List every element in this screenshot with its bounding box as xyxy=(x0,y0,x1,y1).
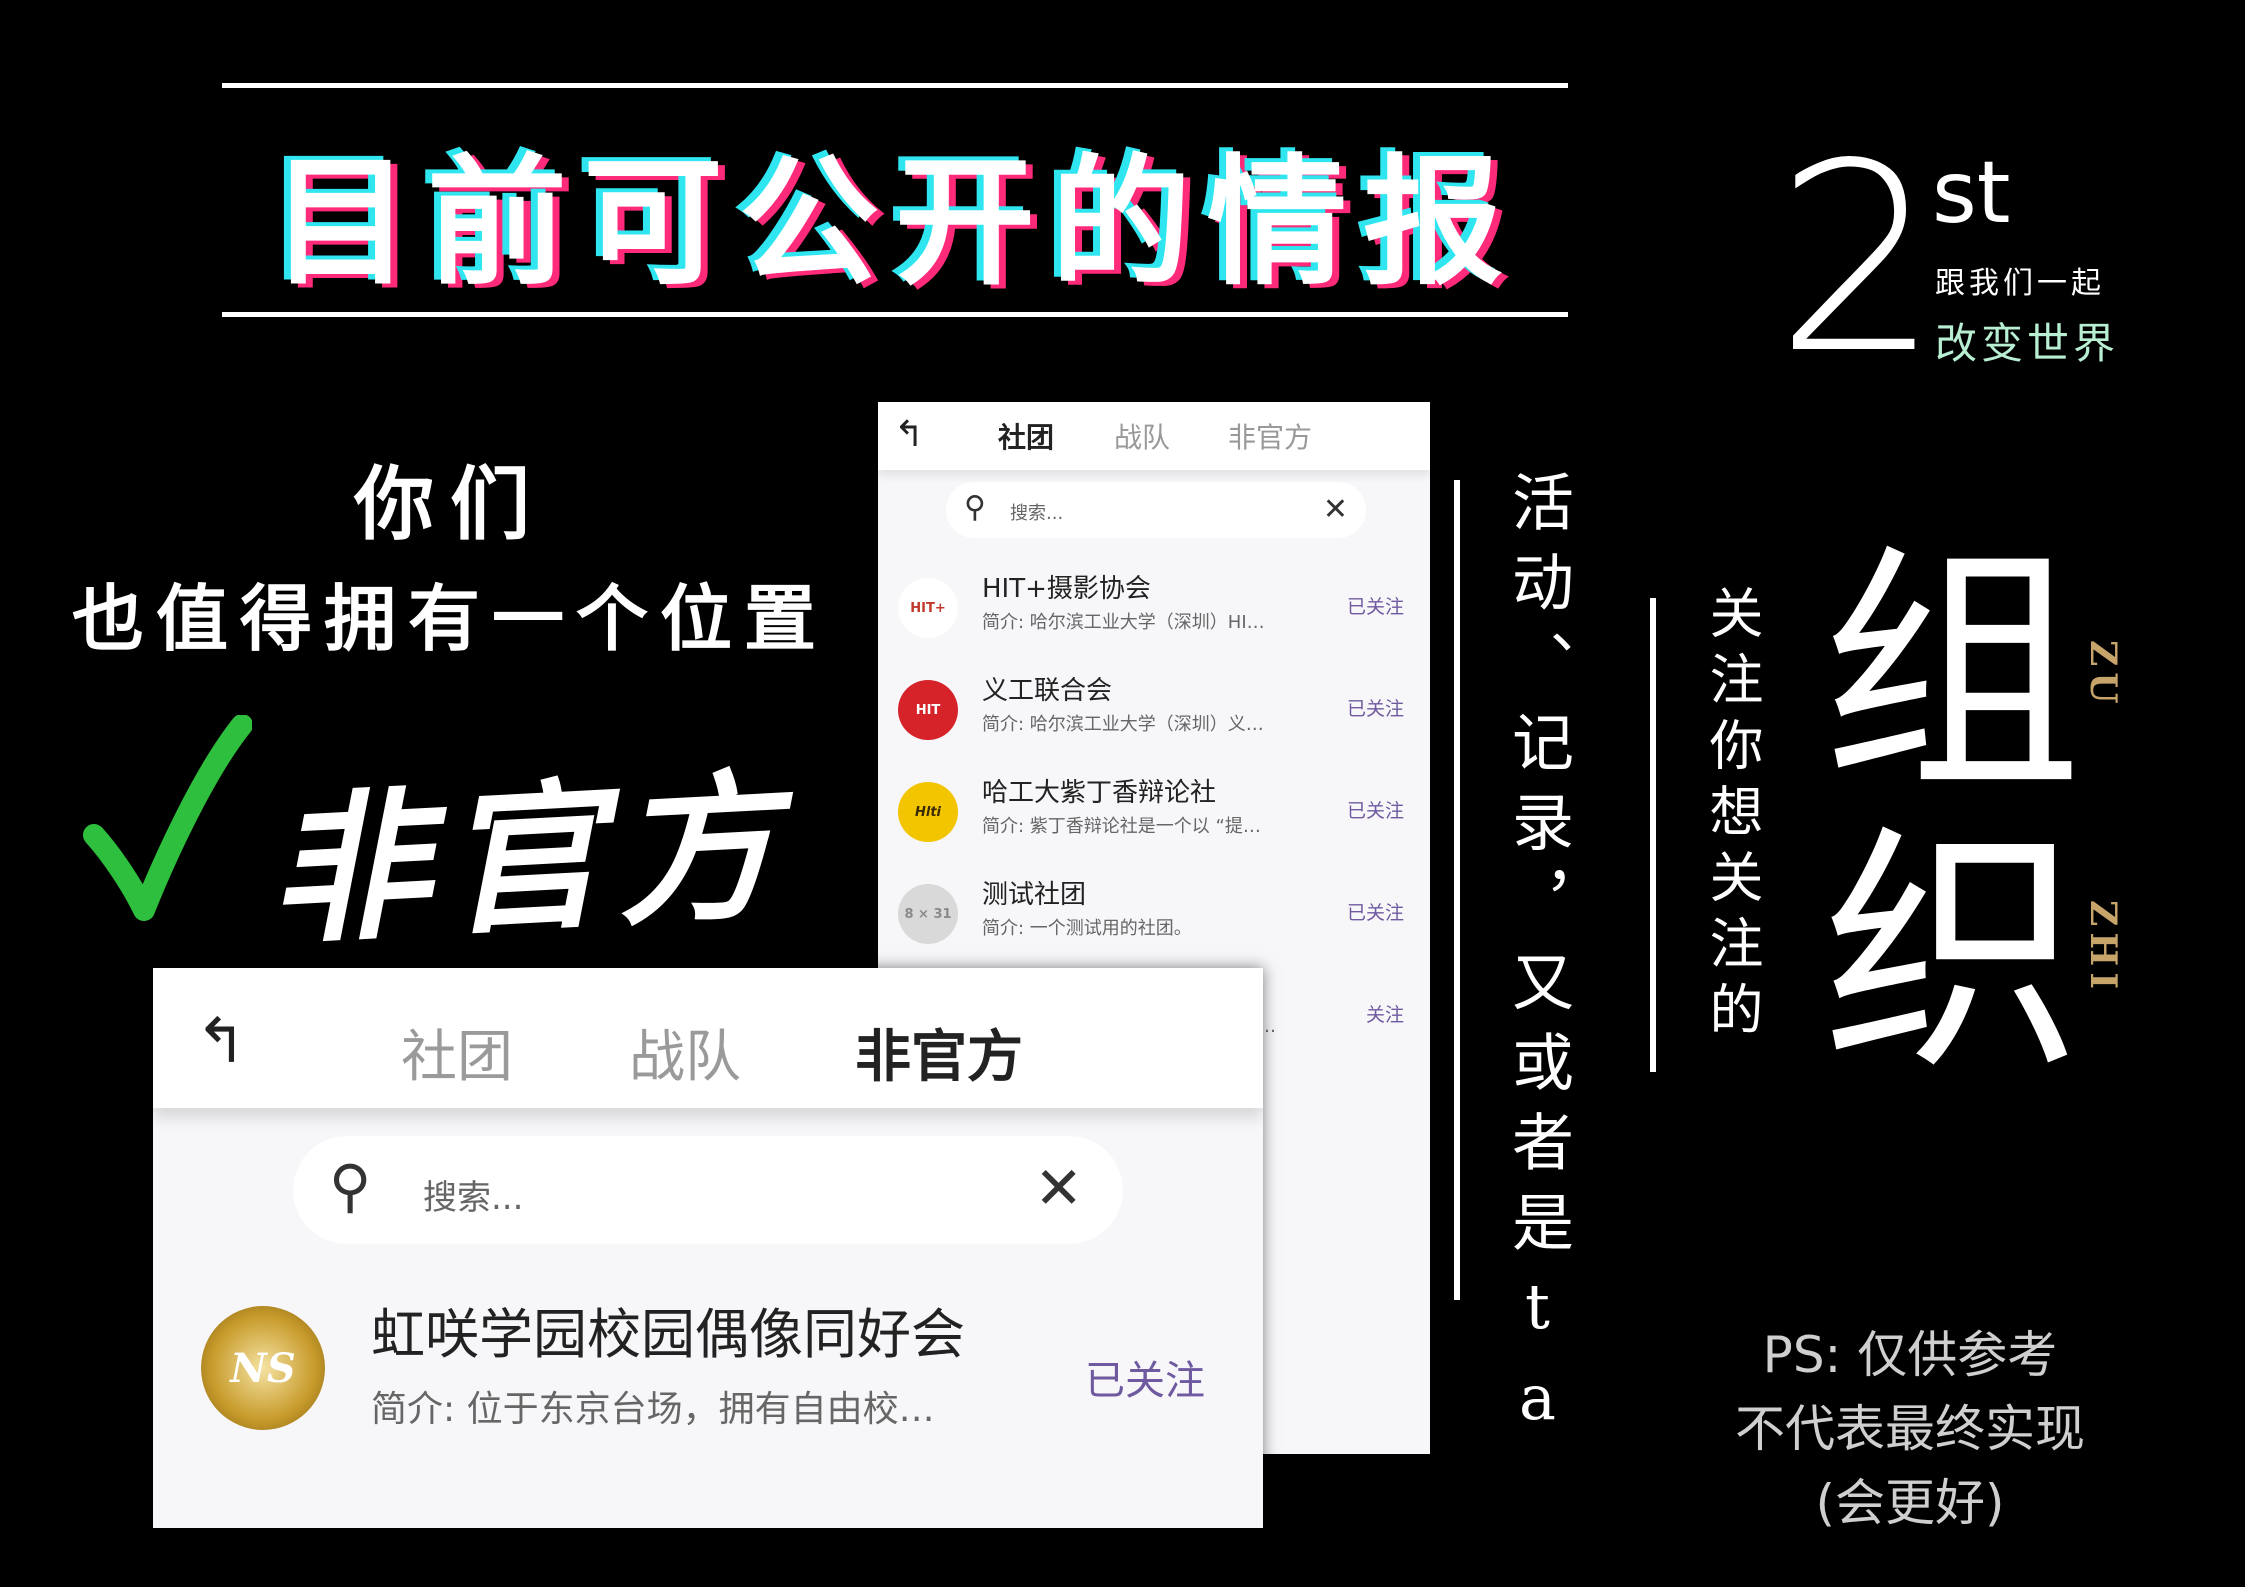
unofficial-tag: 非官方 xyxy=(264,751,796,967)
back-arrow-icon[interactable]: ↰ xyxy=(894,414,924,455)
badge-line2: 改变世界 xyxy=(1935,319,2120,368)
check-icon xyxy=(82,714,253,929)
big-title-char-1: 组 xyxy=(1822,524,2082,826)
phone-screen-unofficial: ↰ 社团 战队 非官方 ⚲ 搜索... ✕ NS 虹咲学园校园偶像同好会 简介:… xyxy=(153,968,1263,1528)
vertical-rule-2 xyxy=(1650,598,1656,1072)
left-line2: 也值得拥有一个位置 xyxy=(71,577,828,661)
club-desc: 简介: 位于东京台场，拥有自由校… xyxy=(371,1389,935,1430)
clear-icon[interactable]: ✕ xyxy=(1323,492,1348,527)
club-name: 测试社团 xyxy=(982,880,1087,910)
left-line1: 你们 xyxy=(354,458,546,551)
pinyin-zu: ZU xyxy=(2082,640,2124,710)
vertical-rule-1 xyxy=(1454,480,1460,1300)
list-item[interactable]: Hlti 哈工大紫丁香辩论社 简介: 紫丁香辩论社是一个以 “提… 已关注 xyxy=(878,758,1430,860)
list-item[interactable]: 8 × 31 测试社团 简介: 一个测试用的社团。 已关注 xyxy=(878,860,1430,962)
back-arrow-icon[interactable]: ↰ xyxy=(195,1004,247,1077)
club-name: 义工联合会 xyxy=(982,676,1113,706)
search-icon: ⚲ xyxy=(964,490,986,525)
club-logo: NS xyxy=(201,1306,325,1430)
badge-line1: 跟我们一起 xyxy=(1935,266,2105,301)
list-item[interactable]: HIT 义工联合会 简介: 哈尔滨工业大学（深圳）义… 已关注 xyxy=(878,656,1430,758)
ps-note: PS: 仅供参考 不代表最终实现 (会更好) xyxy=(1690,1318,2130,1540)
club-logo: HIT+ xyxy=(898,578,958,638)
pinyin-zhi: ZHI xyxy=(2082,900,2124,996)
top-rule xyxy=(222,83,1568,88)
search-icon: ⚲ xyxy=(329,1152,372,1220)
follow-button[interactable]: 已关注 xyxy=(1347,592,1404,619)
list-item[interactable]: HIT+ HIT+摄影协会 简介: 哈尔滨工业大学（深圳）HI… 已关注 xyxy=(878,554,1430,656)
follow-button[interactable]: 关注 xyxy=(1366,1000,1404,1027)
list-item[interactable]: NS 虹咲学园校园偶像同好会 简介: 位于东京台场，拥有自由校… 已关注 xyxy=(153,1268,1263,1468)
clear-icon[interactable]: ✕ xyxy=(1034,1154,1083,1222)
big-title-char-2: 织 xyxy=(1822,804,2082,1106)
tab-teams[interactable]: 战队 xyxy=(1114,416,1170,456)
headline: 目前可公开的情报 xyxy=(270,142,1519,305)
vertical-follow-text: 关注你想关注的 xyxy=(1700,585,1763,1047)
follow-button[interactable]: 已关注 xyxy=(1347,898,1404,925)
search-input[interactable]: ⚲ 搜索... ✕ xyxy=(293,1136,1123,1244)
follow-button[interactable]: 已关注 xyxy=(1347,796,1404,823)
club-desc: 简介: 哈尔滨工业大学（深圳）HI… xyxy=(982,612,1265,633)
bottom-rule xyxy=(222,312,1568,317)
tab-unofficial[interactable]: 非官方 xyxy=(1228,416,1312,456)
club-logo: 8 × 31 xyxy=(898,884,958,944)
club-name: 哈工大紫丁香辩论社 xyxy=(982,778,1217,808)
vertical-activity-text: 活动、记录，又或者是ta xyxy=(1501,470,1574,1452)
badge-number: 2 xyxy=(1775,109,1941,411)
top-bar: ↰ 社团 战队 非官方 xyxy=(878,402,1430,470)
ps-line: 不代表最终实现 xyxy=(1735,1400,2085,1458)
tab-unofficial[interactable]: 非官方 xyxy=(855,1012,1023,1093)
tab-teams[interactable]: 战队 xyxy=(629,1012,741,1093)
club-desc: 简介: 紫丁香辩论社是一个以 “提… xyxy=(982,816,1261,837)
ps-line: PS: 仅供参考 xyxy=(1762,1326,2058,1384)
top-bar: ↰ 社团 战队 非官方 xyxy=(153,968,1263,1108)
club-name: 虹咲学园校园偶像同好会 xyxy=(371,1303,965,1366)
search-placeholder: 搜索... xyxy=(1010,503,1064,524)
follow-button[interactable]: 已关注 xyxy=(1085,1348,1205,1406)
club-name: HIT+摄影协会 xyxy=(982,574,1151,604)
ps-line: (会更好) xyxy=(1815,1474,2005,1532)
search-placeholder: 搜索... xyxy=(423,1178,524,1218)
club-desc: 简介: 一个测试用的社团。 xyxy=(982,918,1192,939)
search-input[interactable]: ⚲ 搜索... ✕ xyxy=(946,482,1366,538)
badge-suffix: st xyxy=(1932,143,2011,243)
follow-button[interactable]: 已关注 xyxy=(1347,694,1404,721)
club-logo: HIT xyxy=(898,680,958,740)
club-logo: Hlti xyxy=(898,782,958,842)
tab-clubs[interactable]: 社团 xyxy=(401,1012,513,1093)
tab-clubs[interactable]: 社团 xyxy=(998,416,1054,456)
club-desc: 简介: 哈尔滨工业大学（深圳）义… xyxy=(982,714,1264,735)
